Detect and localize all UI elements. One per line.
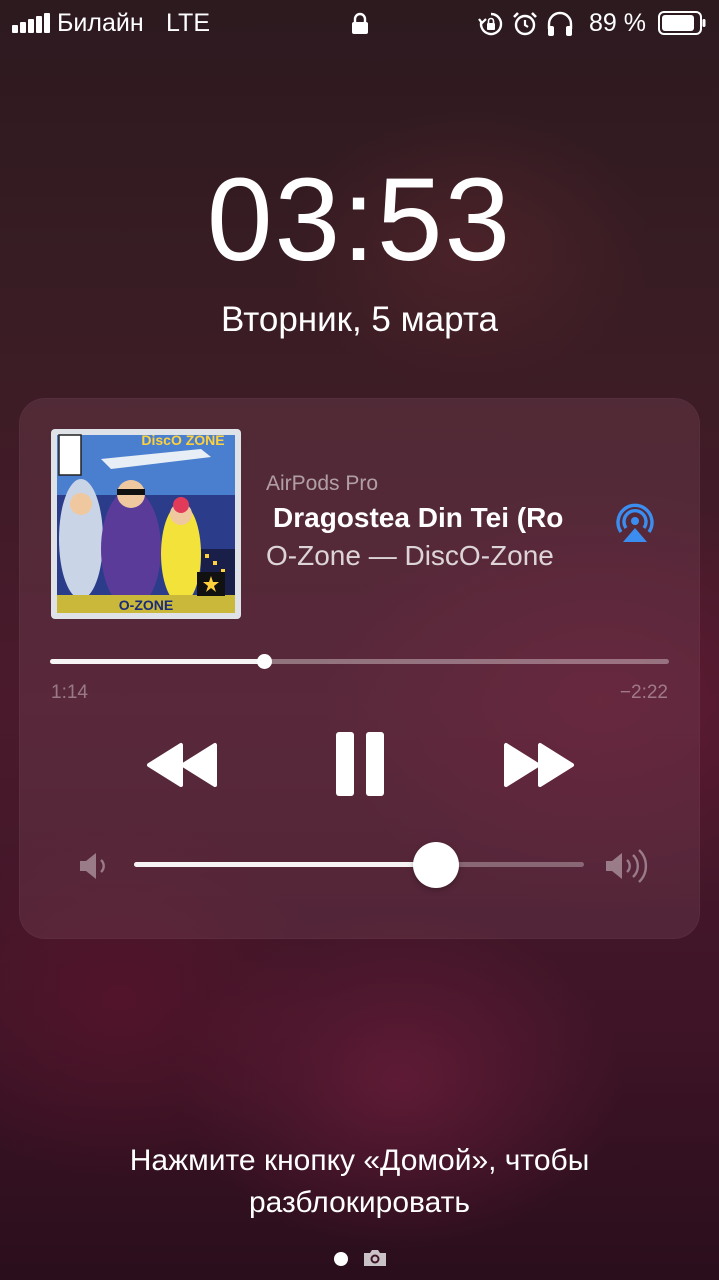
carrier-name: Билайн — [57, 9, 144, 37]
remaining-time: −2:22 — [619, 682, 668, 703]
status-bar: Билайн LTE 89 % — [0, 0, 719, 46]
pause-button[interactable] — [330, 730, 390, 798]
lock-icon — [352, 12, 368, 34]
volume-slider-knob[interactable] — [412, 842, 459, 888]
volume-slider-fill — [134, 862, 436, 867]
rewind-icon — [147, 743, 217, 787]
album-art-bottom-text: O-ZONE — [119, 597, 173, 613]
unlock-hint-line2: разблокировать — [248, 1186, 471, 1219]
rotation-lock-icon — [478, 12, 503, 36]
page-dot-icon — [334, 1252, 348, 1266]
lock-screen-date: Вторник, 5 марта — [221, 300, 498, 339]
elapsed-time: 1:14 — [51, 682, 88, 703]
playback-progress-fill — [50, 659, 264, 664]
airplay-icon[interactable] — [613, 502, 657, 546]
fast-forward-button[interactable] — [500, 740, 578, 790]
playback-scrubber-knob[interactable] — [256, 654, 272, 669]
lock-screen-time: 03:53 — [206, 154, 513, 286]
album-art[interactable]: DiscO ZONE O-ZONE — [51, 429, 241, 619]
camera-icon[interactable] — [362, 1248, 388, 1268]
alarm-icon — [513, 12, 537, 36]
rewind-button[interactable] — [143, 740, 221, 790]
pause-icon — [336, 732, 384, 796]
volume-high-icon — [606, 849, 648, 883]
signal-icon — [12, 13, 50, 33]
network-type: LTE — [166, 9, 210, 37]
battery-percent: 89 % — [589, 9, 646, 37]
unlock-hint: Нажмите кнопку «Домой», чтобы разблокиро… — [0, 1140, 719, 1224]
track-artist-album[interactable]: O-Zone — DiscO-Zone — [266, 540, 596, 572]
fast-forward-icon — [504, 743, 574, 787]
battery-icon — [658, 11, 706, 35]
track-title[interactable]: Dragostea Din Tei (Ro — [273, 502, 598, 534]
output-device-label: AirPods Pro — [266, 472, 379, 495]
headphones-icon — [547, 11, 573, 36]
album-art-top-text: DiscO ZONE — [141, 432, 224, 448]
volume-low-icon — [80, 853, 105, 879]
unlock-hint-line1: Нажмите кнопку «Домой», чтобы — [129, 1144, 590, 1177]
